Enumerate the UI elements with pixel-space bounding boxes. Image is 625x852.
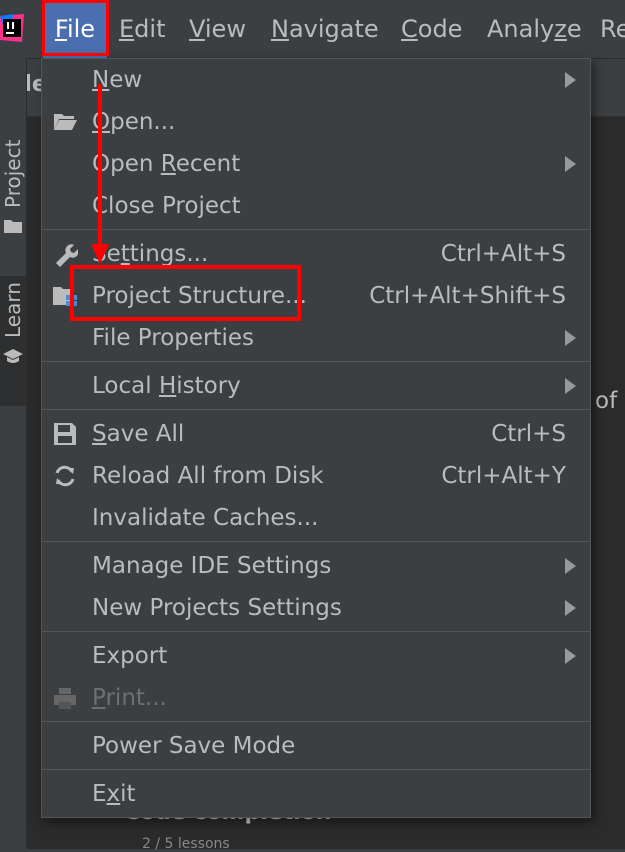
- intellij-logo-icon: [0, 14, 24, 42]
- menu-navigate[interactable]: Navigate: [271, 0, 379, 58]
- submenu-arrow-icon: [565, 72, 576, 88]
- shortcut-label: Ctrl+Alt+Shift+S: [369, 283, 566, 309]
- submenu-arrow-icon: [565, 378, 576, 394]
- folder-icon: [4, 220, 22, 233]
- menu-separator: [42, 409, 590, 410]
- save-icon: [54, 423, 76, 445]
- learn-tool-tab[interactable]: Learn: [0, 276, 26, 406]
- printer-icon: [54, 688, 76, 709]
- menu-separator: [42, 361, 590, 362]
- menu-view[interactable]: View: [189, 0, 246, 58]
- wrench-icon: [56, 244, 78, 267]
- refresh-icon: [55, 465, 75, 487]
- tool-window-strip: Project Learn: [0, 58, 27, 848]
- shortcut-label: Ctrl+Alt+S: [440, 241, 566, 267]
- menu-item-power-save-mode[interactable]: Power Save Mode: [42, 725, 590, 767]
- menu-item-new[interactable]: New: [42, 59, 590, 101]
- menu-edit[interactable]: Edit: [119, 0, 165, 58]
- menu-separator: [42, 721, 590, 722]
- folder-open-icon: [54, 114, 77, 130]
- menu-separator: [42, 769, 590, 770]
- submenu-arrow-icon: [565, 600, 576, 616]
- menu-item-reload-all[interactable]: Reload All from Disk Ctrl+Alt+Y: [42, 455, 590, 497]
- learn-tab-label: Learn: [1, 282, 25, 338]
- submenu-arrow-icon: [565, 330, 576, 346]
- menu-item-open[interactable]: Open...: [42, 101, 590, 143]
- file-menu-highlight: [42, 0, 109, 56]
- menu-item-save-all[interactable]: Save All Ctrl+S: [42, 413, 590, 455]
- menu-separator: [42, 541, 590, 542]
- lesson-progress: 2 / 5 lessons: [142, 836, 230, 852]
- menu-code[interactable]: Code: [401, 0, 462, 58]
- menu-item-file-properties[interactable]: File Properties: [42, 317, 590, 359]
- background-text-fragment: of: [595, 388, 618, 414]
- submenu-arrow-icon: [565, 156, 576, 172]
- graduation-cap-icon: [3, 349, 23, 363]
- menu-item-print: Print...: [42, 677, 590, 719]
- submenu-arrow-icon: [565, 648, 576, 664]
- file-menu-dropdown: New Open... Open Recent Close Project Se…: [41, 58, 591, 818]
- menu-item-close-project[interactable]: Close Project: [42, 185, 590, 227]
- shortcut-label: Ctrl+S: [491, 421, 566, 447]
- menu-item-exit[interactable]: Exit: [42, 773, 590, 815]
- project-tab-label: Project: [1, 139, 25, 208]
- menu-item-manage-ide-settings[interactable]: Manage IDE Settings: [42, 545, 590, 587]
- menu-item-new-projects-settings[interactable]: New Projects Settings: [42, 587, 590, 629]
- menu-item-local-history[interactable]: Local History: [42, 365, 590, 407]
- menu-separator: [42, 631, 590, 632]
- shortcut-label: Ctrl+Alt+Y: [441, 463, 566, 489]
- project-tool-tab[interactable]: Project: [0, 128, 26, 248]
- submenu-arrow-icon: [565, 558, 576, 574]
- menu-separator: [42, 229, 590, 230]
- menu-item-open-recent[interactable]: Open Recent: [42, 143, 590, 185]
- menu-refactor[interactable]: Re: [600, 0, 625, 58]
- menu-item-invalidate-caches[interactable]: Invalidate Caches...: [42, 497, 590, 539]
- menu-item-export[interactable]: Export: [42, 635, 590, 677]
- project-structure-highlight: [70, 265, 301, 321]
- menu-analyze[interactable]: Analyze: [487, 0, 582, 58]
